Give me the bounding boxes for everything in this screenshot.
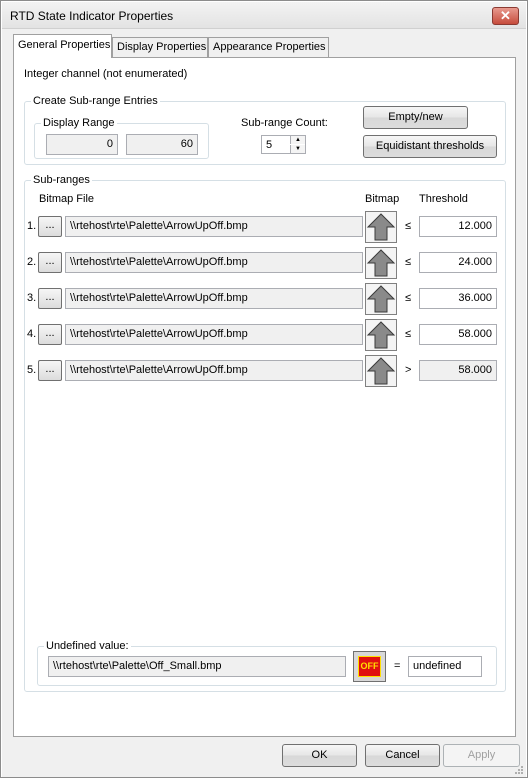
dialog-button-bar: OK Cancel Apply xyxy=(2,738,526,777)
threshold-field[interactable]: 12.000 xyxy=(419,216,497,237)
browse-button[interactable]: ... xyxy=(38,216,62,237)
threshold-field[interactable]: 36.000 xyxy=(419,288,497,309)
title-bar[interactable]: RTD State Indicator Properties ✕ xyxy=(2,2,526,29)
subrange-count-spinner[interactable]: 5 ▲ ▼ xyxy=(261,135,306,154)
browse-button[interactable]: ... xyxy=(38,252,62,273)
threshold-operator: ≤ xyxy=(405,292,412,304)
close-button[interactable]: ✕ xyxy=(492,7,519,25)
threshold-operator: > xyxy=(405,364,412,376)
spin-down-icon[interactable]: ▼ xyxy=(290,145,305,153)
channel-type-label: Integer channel (not enumerated) xyxy=(24,68,188,80)
undefined-value-field[interactable]: undefined xyxy=(408,656,482,677)
row-index: 2. xyxy=(27,256,37,268)
range-min-field: 0 xyxy=(46,134,118,155)
close-icon: ✕ xyxy=(500,8,511,23)
subranges-group: Sub-ranges Bitmap File Bitmap Threshold … xyxy=(24,174,506,692)
arrow-up-icon xyxy=(366,285,396,313)
bitmap-preview[interactable] xyxy=(365,247,397,279)
bitmap-file-field[interactable]: \\rtehost\rte\Palette\ArrowUpOff.bmp xyxy=(65,324,363,345)
display-range-group: Display Range 0 60 xyxy=(34,117,209,159)
threshold-operator: ≤ xyxy=(405,256,412,268)
cancel-button[interactable]: Cancel xyxy=(365,744,440,767)
range-max-field: 60 xyxy=(126,134,198,155)
arrow-up-icon xyxy=(366,249,396,277)
equals-sign: = xyxy=(394,660,401,672)
empty-new-button[interactable]: Empty/new xyxy=(363,106,468,129)
threshold-operator: ≤ xyxy=(405,220,412,232)
subrange-count-label: Sub-range Count: xyxy=(241,117,328,129)
threshold-operator: ≤ xyxy=(405,328,412,340)
undefined-value-group: Undefined value: \\rtehost\rte\Palette\O… xyxy=(37,640,497,686)
bitmap-preview[interactable] xyxy=(365,319,397,351)
browse-button[interactable]: ... xyxy=(38,288,62,309)
bitmap-preview[interactable] xyxy=(365,355,397,387)
bitmap-file-field[interactable]: \\rtehost\rte\Palette\ArrowUpOff.bmp xyxy=(65,216,363,237)
arrow-up-icon xyxy=(366,213,396,241)
tab-appearance-properties[interactable]: Appearance Properties xyxy=(208,37,329,57)
tab-display-properties[interactable]: Display Properties xyxy=(112,37,208,57)
threshold-header: Threshold xyxy=(419,193,468,205)
arrow-up-icon xyxy=(366,357,396,385)
dialog-window: RTD State Indicator Properties ✕ General… xyxy=(0,0,528,778)
browse-button[interactable]: ... xyxy=(38,324,62,345)
bitmap-file-field[interactable]: \\rtehost\rte\Palette\ArrowUpOff.bmp xyxy=(65,252,363,273)
tab-general-properties[interactable]: General Properties xyxy=(13,34,112,58)
create-subrange-group: Create Sub-range Entries Display Range 0… xyxy=(24,95,506,165)
row-index: 5. xyxy=(27,364,37,376)
spin-up-icon[interactable]: ▲ xyxy=(290,136,305,144)
threshold-field-readonly: 58.000 xyxy=(419,360,497,381)
subranges-group-label: Sub-ranges xyxy=(31,174,92,186)
undefined-bitmap-preview[interactable]: OFF xyxy=(353,651,386,682)
browse-button[interactable]: ... xyxy=(38,360,62,381)
row-index: 1. xyxy=(27,220,37,232)
off-icon: OFF xyxy=(358,656,381,677)
create-subrange-group-label: Create Sub-range Entries xyxy=(31,95,160,107)
undefined-value-label: Undefined value: xyxy=(44,640,131,652)
threshold-field[interactable]: 58.000 xyxy=(419,324,497,345)
bitmap-preview[interactable] xyxy=(365,211,397,243)
bitmap-header: Bitmap xyxy=(365,193,400,205)
size-grip-icon[interactable] xyxy=(514,765,524,775)
general-properties-panel: Integer channel (not enumerated) Create … xyxy=(13,57,516,737)
bitmap-preview[interactable] xyxy=(365,283,397,315)
bitmap-file-field[interactable]: \\rtehost\rte\Palette\ArrowUpOff.bmp xyxy=(65,288,363,309)
bitmap-file-header: Bitmap File xyxy=(39,193,95,205)
subrange-count-value: 5 xyxy=(266,139,273,151)
undefined-bitmap-file-field[interactable]: \\rtehost\rte\Palette\Off_Small.bmp xyxy=(48,656,346,677)
window-title: RTD State Indicator Properties xyxy=(10,9,174,23)
row-index: 3. xyxy=(27,292,37,304)
threshold-field[interactable]: 24.000 xyxy=(419,252,497,273)
bitmap-file-field[interactable]: \\rtehost\rte\Palette\ArrowUpOff.bmp xyxy=(65,360,363,381)
equidistant-thresholds-button[interactable]: Equidistant thresholds xyxy=(363,135,497,158)
display-range-label: Display Range xyxy=(41,117,117,129)
apply-button[interactable]: Apply xyxy=(443,744,520,767)
ok-button[interactable]: OK xyxy=(282,744,357,767)
row-index: 4. xyxy=(27,328,37,340)
arrow-up-icon xyxy=(366,321,396,349)
